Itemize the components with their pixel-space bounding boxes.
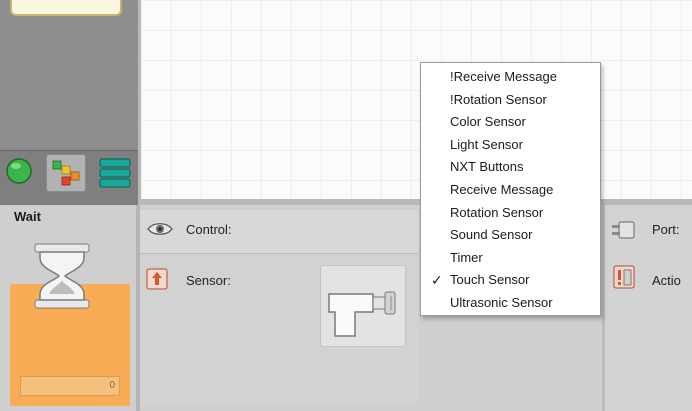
tab-custom-palette[interactable] xyxy=(94,154,136,192)
menu-item-color-sensor[interactable]: Color Sensor xyxy=(421,111,600,134)
checkmark-icon: ✓ xyxy=(431,272,443,289)
sensor-preview xyxy=(320,265,406,347)
green-circle-icon xyxy=(6,158,32,184)
tab-common-palette[interactable] xyxy=(4,156,34,186)
palette-block-card[interactable] xyxy=(10,0,122,16)
menu-item-ultrasonic-sensor[interactable]: Ultrasonic Sensor xyxy=(421,292,600,315)
tab-complete-palette[interactable] xyxy=(46,154,86,192)
action-label: Actio xyxy=(652,273,681,288)
hourglass-icon xyxy=(27,240,97,312)
sensor-dropdown-menu: !Receive Message !Rotation Sensor Color … xyxy=(420,62,601,316)
menu-item-rotation-sensor-legacy[interactable]: !Rotation Sensor xyxy=(421,89,600,112)
control-label: Control: xyxy=(186,222,232,237)
program-canvas[interactable] xyxy=(138,0,692,205)
menu-item-touch-sensor[interactable]: ✓ Touch Sensor xyxy=(421,269,600,292)
menu-item-receive-message[interactable]: Receive Message xyxy=(421,179,600,202)
sensor-label: Sensor: xyxy=(186,273,231,288)
colored-blocks-icon xyxy=(52,160,80,186)
block-counter-field: 0 xyxy=(20,376,120,396)
menu-item-nxt-buttons[interactable]: NXT Buttons xyxy=(421,156,600,179)
menu-item-light-sensor[interactable]: Light Sensor xyxy=(421,134,600,157)
port-plug-icon xyxy=(610,220,636,240)
touch-sensor-icon xyxy=(328,291,396,337)
sensor-type-icon xyxy=(146,268,168,290)
stacked-bars-icon xyxy=(99,158,131,188)
menu-item-timer[interactable]: Timer xyxy=(421,247,600,270)
eye-icon xyxy=(146,220,174,238)
control-row xyxy=(140,210,418,254)
menu-item-rotation-sensor[interactable]: Rotation Sensor xyxy=(421,202,600,225)
menu-item-sound-sensor[interactable]: Sound Sensor xyxy=(421,224,600,247)
menu-item-receive-message-legacy[interactable]: !Receive Message xyxy=(421,66,600,89)
port-label: Port: xyxy=(652,222,680,237)
action-icon xyxy=(613,265,635,289)
block-title: Wait xyxy=(14,209,41,224)
